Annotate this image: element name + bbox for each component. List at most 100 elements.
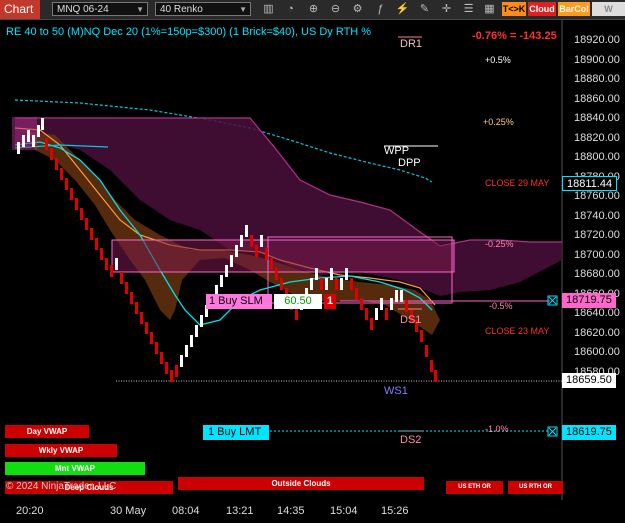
up-brick: [315, 268, 318, 280]
slm-quantity[interactable]: 1: [324, 294, 336, 309]
chart-trader-icon[interactable]: ☰: [461, 2, 476, 17]
down-brick: [265, 248, 268, 260]
price-tick-label: 18840.00: [574, 112, 620, 124]
down-brick: [120, 272, 123, 284]
up-brick: [22, 135, 25, 147]
down-brick: [360, 298, 363, 310]
zoom-out-icon[interactable]: ⊖: [328, 2, 343, 17]
down-brick: [355, 288, 358, 300]
drawing-tool-icon[interactable]: ✎: [417, 2, 432, 17]
outside-clouds-button[interactable]: Outside Clouds: [178, 477, 424, 490]
price-tick-label: 18920.00: [574, 34, 620, 46]
down-brick: [175, 365, 178, 377]
down-brick: [275, 268, 278, 280]
plus-05-label: +0.5%: [485, 55, 511, 65]
crosshair-icon[interactable]: ✛: [439, 2, 454, 17]
dr1-label: DR1: [400, 38, 423, 50]
bar-type-label: 40 Renko: [160, 4, 203, 15]
ds2-label: DS2: [400, 434, 422, 446]
up-brick: [27, 130, 30, 142]
price-tick-label: 18800.00: [574, 151, 620, 163]
grid-icon[interactable]: ▦: [482, 2, 497, 17]
down-brick: [80, 208, 83, 220]
down-brick: [75, 198, 78, 210]
properties-icon[interactable]: ⚙: [350, 2, 365, 17]
chevron-down-icon: ▼: [136, 5, 144, 14]
down-brick: [280, 278, 283, 290]
time-tick-label: 13:21: [226, 505, 254, 517]
day-vwap-button[interactable]: Day VWAP: [5, 425, 89, 438]
lmt-price-tag: 18619.75: [562, 425, 616, 440]
chart-tab[interactable]: Chart: [0, 0, 40, 19]
mnt-vwap-button[interactable]: Mnt VWAP: [5, 462, 145, 475]
up-brick: [240, 235, 243, 247]
up-brick: [325, 278, 328, 290]
buy-lmt-order[interactable]: 1 Buy LMT: [203, 425, 269, 440]
time-tick-label: 14:35: [277, 505, 305, 517]
down-brick: [370, 318, 373, 330]
slm-price-tag: 18719.75: [562, 293, 616, 308]
ds1-label: DS1: [400, 314, 422, 326]
down-brick: [295, 308, 298, 320]
price-tick-label: 18720.00: [574, 229, 620, 241]
zoom-in-icon[interactable]: ⊕: [306, 2, 321, 17]
instrument-label: MNQ 06-24: [57, 4, 109, 15]
us-rth-or-button[interactable]: US RTH OR: [508, 481, 563, 494]
down-brick: [420, 330, 423, 342]
down-brick: [50, 148, 53, 160]
data-series-icon[interactable]: ◔: [283, 2, 298, 17]
indicators-icon[interactable]: ƒ: [373, 2, 388, 17]
chart-title: RE 40 to 50 (M)NQ Dec 20 (1%=150p=$300) …: [6, 26, 372, 38]
time-tick-label: 15:26: [381, 505, 409, 517]
copyright-notice: © 2024 NinjaTrader, LLC: [6, 481, 117, 492]
up-brick: [260, 235, 263, 247]
down-brick: [125, 282, 128, 294]
up-brick: [225, 265, 228, 277]
down-brick: [270, 258, 273, 270]
minus-025-label: -0.25%: [485, 239, 514, 249]
down-brick: [60, 168, 63, 180]
up-brick: [220, 275, 223, 287]
tk-button[interactable]: T<>K: [502, 2, 526, 16]
change-readout: -0.76% = -143.25: [472, 30, 557, 42]
down-brick: [430, 360, 433, 372]
up-brick: [330, 268, 333, 280]
barcol-button[interactable]: BarCol: [558, 2, 590, 16]
time-tick-label: 08:04: [172, 505, 200, 517]
wkly-vwap-button[interactable]: Wkly VWAP: [5, 444, 117, 457]
down-brick: [55, 158, 58, 170]
bar-type-selector[interactable]: 40 Renko ▼: [155, 2, 251, 16]
cloud-button[interactable]: Cloud: [528, 2, 556, 16]
close-29-label: CLOSE 29 MAY: [485, 178, 550, 188]
down-brick: [130, 292, 133, 304]
up-brick: [32, 135, 35, 147]
price-tick-label: 18740.00: [574, 209, 620, 222]
down-brick: [105, 258, 108, 270]
price-tick-label: 18880.00: [574, 73, 620, 85]
slm-price-field[interactable]: 60.50: [274, 294, 322, 309]
down-brick: [365, 308, 368, 320]
instrument-selector[interactable]: MNQ 06-24 ▼: [52, 2, 148, 16]
up-brick: [235, 245, 238, 257]
up-brick: [345, 268, 348, 280]
price-tick-label: 18680.00: [574, 268, 620, 280]
ws1-label: WS1: [384, 385, 408, 397]
down-brick: [250, 235, 253, 247]
down-brick: [70, 188, 73, 200]
bars-icon[interactable]: ▥: [261, 2, 276, 17]
w-vwap-button[interactable]: W VWAP: [592, 2, 625, 16]
minus-05-label: -0.5%: [489, 301, 513, 311]
us-eth-or-button[interactable]: US ETH OR: [446, 481, 503, 494]
down-brick: [425, 345, 428, 357]
up-brick: [245, 225, 248, 237]
strategies-icon[interactable]: ⚡: [395, 2, 410, 17]
up-brick: [185, 345, 188, 357]
down-brick: [140, 312, 143, 324]
minus-10-label: -1.0%: [485, 424, 509, 434]
down-brick: [85, 218, 88, 230]
down-brick: [45, 138, 48, 150]
time-tick-label: 30 May: [110, 505, 147, 517]
down-brick: [135, 302, 138, 314]
buy-slm-order[interactable]: 1 Buy SLM: [206, 294, 272, 309]
price-tick-label: 18700.00: [574, 248, 620, 261]
